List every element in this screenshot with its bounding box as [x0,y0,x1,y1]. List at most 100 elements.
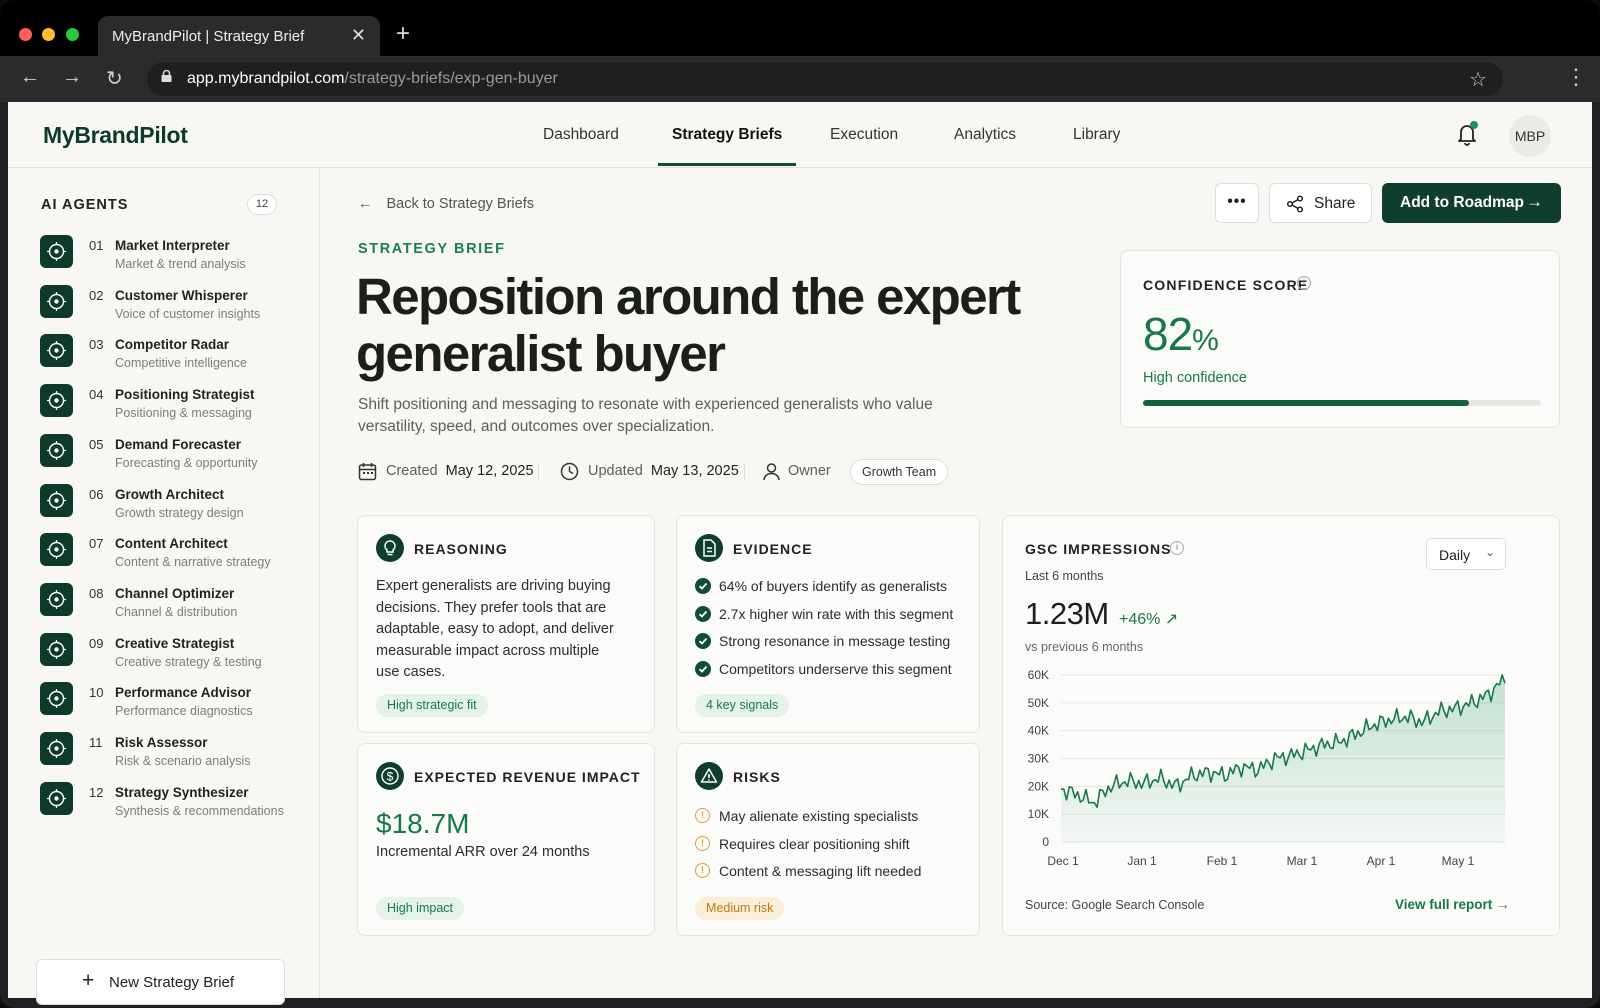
back-to-briefs-link[interactable]: ← Back to Strategy Briefs [358,196,534,212]
confidence-value: 82% [1143,307,1219,361]
nav-library[interactable]: Library [1073,126,1120,144]
back-arrow-icon[interactable]: ← [20,66,40,89]
sidebar-agent-item[interactable]: 07 Content Architect Content & narrative s… [40,531,310,575]
sidebar-agent-item[interactable]: 10 Performance Advisor Performance diagnos… [40,680,310,724]
close-tab-icon[interactable]: ✕ [351,25,366,46]
clock-icon [560,462,579,481]
top-header: MyBrandPilot Dashboard Strategy Briefs E… [8,102,1592,168]
notification-bell-icon[interactable] [1455,121,1479,147]
sidebar-agent-item[interactable]: 09 Creative Strategist Creative strategy &… [40,631,310,675]
agent-name: Strategy Synthesizer [115,784,249,800]
share-button[interactable]: Share [1269,183,1372,223]
agent-icon [40,582,73,616]
sidebar-title: AI AGENTS [41,197,129,213]
sidebar-agent-item[interactable]: 04 Positioning Strategist Positioning & me… [40,382,310,426]
agent-number: 01 [89,238,104,253]
agent-icon [40,433,73,467]
evidence-text: 2.7x higher win rate with this segment [719,605,954,622]
high-impact-badge: High impact [376,897,464,920]
more-options-button[interactable]: ••• [1215,183,1259,223]
sidebar-agent-item[interactable]: 06 Growth Architect Growth strategy design [40,482,310,526]
new-brief-label: New Strategy Brief [109,974,235,991]
agent-name: Market Interpreter [115,238,230,253]
agent-description: Competitive intelligence [115,356,248,371]
info-icon[interactable]: i [1297,276,1311,290]
agent-number: 02 [89,287,104,303]
check-circle-icon [695,660,711,677]
owner-badge[interactable]: Growth Team [850,459,949,485]
x-tick-label: May 1 [1442,854,1475,868]
updated-meta: Updated May 13, 2025 [560,462,739,481]
key-signals-badge: 4 key signals [695,694,790,717]
forward-arrow-icon[interactable]: → [62,66,82,89]
bookmark-star-icon[interactable]: ☆ [1469,67,1487,92]
sidebar-agent-item[interactable]: 08 Channel Optimizer Channel & distributio… [40,581,310,625]
nav-dashboard[interactable]: Dashboard [543,126,619,144]
brand-logo[interactable]: MyBrandPilot [43,122,188,149]
owner-meta: Owner [762,463,831,481]
browser-tab[interactable]: MyBrandPilot | Strategy Brief ✕ [98,16,380,56]
x-tick-label: Jan 1 [1127,854,1157,868]
view-full-report-link[interactable]: View full report → [1395,897,1510,912]
reload-icon[interactable]: ↻ [106,66,123,91]
check-circle-icon [695,633,711,649]
agent-icon [40,682,73,716]
user-avatar[interactable]: MBP [1509,115,1551,157]
dollar-icon: $ [376,762,404,790]
browser-menu-icon[interactable]: ⋮ [1565,64,1587,90]
reasoning-card: REASONING Expert generalists are driving… [357,515,655,733]
agent-description: Forecasting & opportunity [115,455,258,470]
brief-title: Reposition around the expert generalist … [356,268,1056,382]
created-label: Created [386,463,438,479]
add-to-roadmap-label: Add to Roadmap [1400,194,1524,211]
lightbulb-icon [376,534,404,562]
maximize-window-button[interactable] [66,28,79,41]
y-tick-label: 10K [1028,807,1049,821]
x-tick-label: Feb 1 [1207,854,1238,868]
agent-number: 09 [89,635,104,651]
revenue-value: $18.7M [376,808,470,839]
agent-name: Positioning Strategist [115,387,255,403]
agent-number: 12 [89,784,104,800]
gsc-impressions-card: GSC IMPRESSIONS i Last 6 months 1.23M +4… [1002,515,1560,936]
agent-number: 07 [89,536,104,552]
meta-divider [538,463,539,481]
minimize-window-button[interactable] [42,28,55,41]
sidebar-agent-item[interactable]: 02 Customer Whisperer Voice of customer in… [40,283,310,327]
confidence-unit: % [1192,324,1219,357]
confidence-progress-fill [1143,400,1470,406]
brief-subtitle: Shift positioning and messaging to reson… [358,396,933,435]
agent-number: 05 [89,436,104,452]
brief-title-line-2: generalist buyer [356,325,726,382]
meta-divider [744,463,745,481]
strategic-fit-badge: High strategic fit [376,694,488,717]
nav-strategy-briefs[interactable]: Strategy Briefs [672,126,782,144]
sidebar-agent-item[interactable]: 11 Risk Assessor Risk & scenario analysis [40,730,310,774]
lock-icon [161,70,172,82]
risk-text: May alienate existing specialists [719,808,919,824]
revenue-impact-card: $ EXPECTED REVENUE IMPACT $18.7M Increme… [357,743,655,936]
sidebar-agent-item[interactable]: 03 Competitor Radar Competitive intelligen… [40,332,310,376]
new-strategy-brief-button[interactable]: + New Strategy Brief [36,959,285,1005]
agent-description: Performance diagnostics [115,704,253,719]
nav-analytics[interactable]: Analytics [954,126,1016,144]
risks-card: RISKS ! May alienate existing specialists… [676,743,980,936]
url-bar[interactable]: app.mybrandpilot.com/strategy-briefs/exp… [147,62,1503,96]
x-tick-label: Mar 1 [1287,854,1318,868]
sidebar-agent-item[interactable]: 05 Demand Forecaster Forecasting & opportu… [40,432,310,476]
nav-execution[interactable]: Execution [830,126,898,144]
agent-number: 08 [89,585,104,601]
sidebar-agent-item[interactable]: 01 Market Interpreter Market & trend analy… [40,233,310,277]
new-tab-icon[interactable]: + [396,20,410,48]
impressions-chart: 0 10K 20K 30K 40K 50K 60K Dec 1 Jan 1 Feb 1 Mar 1 A… [1028,668,1506,868]
agent-icon [40,732,73,765]
agent-number: 06 [89,486,104,502]
sidebar-agent-item[interactable]: 12 Strategy Synthesizer Synthesis & recomm… [40,780,310,824]
close-window-button[interactable] [19,28,32,41]
add-to-roadmap-button[interactable]: Add to Roadmap → [1382,183,1561,223]
created-meta: Created May 12, 2025 [358,463,534,481]
alert-circle-icon: ! [695,835,710,851]
calendar-icon [358,463,377,481]
active-nav-indicator [658,163,796,166]
agent-icon [40,533,73,567]
